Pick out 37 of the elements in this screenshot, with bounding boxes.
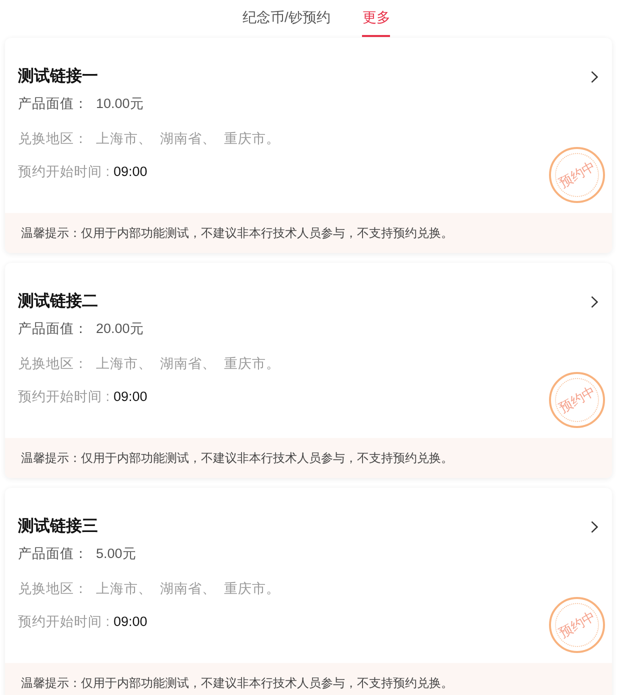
field-label: 兑换地区： <box>18 580 88 598</box>
card-title: 测试链接一 <box>18 66 98 87</box>
field-label: 兑换地区： <box>18 354 88 373</box>
field-label: 预约开始时间 : <box>18 388 110 406</box>
field-label: 产品面值： <box>18 320 88 338</box>
region-name: 重庆市。 <box>224 130 280 148</box>
chevron-right-icon[interactable] <box>591 296 598 308</box>
region-name: 湖南省、 <box>160 580 216 598</box>
region-name: 上海市、 <box>96 354 152 373</box>
region-name: 上海市、 <box>96 580 152 598</box>
region-name: 上海市、 <box>96 130 152 148</box>
card-title: 测试链接三 <box>18 516 98 537</box>
card-title: 测试链接二 <box>18 291 98 312</box>
tip-text: 温馨提示：仅用于内部功能测试，不建议非本行技术人员参与，不支持预约兑换。 <box>21 675 453 692</box>
status-stamp: 预约中 <box>549 372 605 428</box>
status-stamp: 预约中 <box>549 147 605 203</box>
region-name: 湖南省、 <box>160 354 216 373</box>
chevron-right-icon[interactable] <box>591 71 598 83</box>
field-value: 5.00元 <box>96 544 136 563</box>
region-name: 重庆市。 <box>224 354 280 373</box>
field-value: 09:00 <box>114 612 148 631</box>
field-label: 产品面值： <box>18 94 88 113</box>
tip-text: 温馨提示：仅用于内部功能测试，不建议非本行技术人员参与，不支持预约兑换。 <box>21 450 453 467</box>
field-label: 产品面值： <box>18 544 88 563</box>
tip-text: 温馨提示：仅用于内部功能测试，不建议非本行技术人员参与，不支持预约兑换。 <box>21 225 453 242</box>
field-value: 09:00 <box>114 388 148 406</box>
field-value: 10.00元 <box>96 94 144 113</box>
field-label: 兑换地区： <box>18 130 88 148</box>
region-name: 重庆市。 <box>224 580 280 598</box>
field-value: 09:00 <box>114 162 148 181</box>
field-label: 预约开始时间 : <box>18 162 110 181</box>
region-name: 湖南省、 <box>160 130 216 148</box>
field-value: 20.00元 <box>96 320 144 338</box>
tab[interactable]: 纪念币/钞预约 <box>242 0 330 37</box>
status-stamp: 预约中 <box>549 597 605 653</box>
chevron-right-icon[interactable] <box>591 521 598 533</box>
field-label: 预约开始时间 : <box>18 612 110 631</box>
